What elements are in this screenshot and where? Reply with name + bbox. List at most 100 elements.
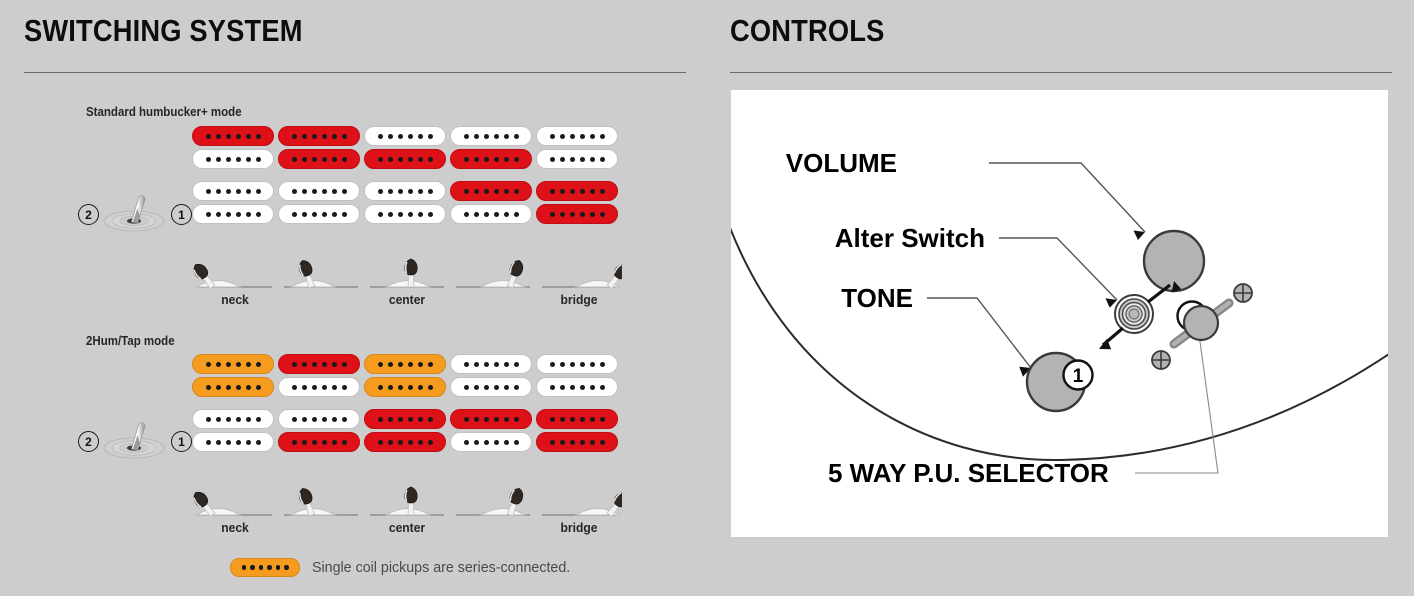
pickup-coil-red	[536, 204, 618, 224]
pole-piece-dot	[407, 439, 413, 445]
pole-piece-dot	[291, 156, 297, 162]
pole-piece-dot	[397, 211, 403, 217]
pole-piece-dot	[559, 188, 565, 194]
pole-piece-dot	[341, 133, 347, 139]
pickup-coil-white	[192, 432, 274, 452]
pickup-coil-red	[278, 354, 360, 374]
pole-piece-dot	[225, 188, 231, 194]
pickup-coil-red	[450, 181, 532, 201]
volume-leader-line	[989, 162, 1146, 233]
pole-piece-dot	[235, 156, 241, 162]
switch-position-label: center	[388, 520, 426, 535]
pickup-coil-white	[536, 149, 618, 169]
pole-piece-dot	[579, 156, 585, 162]
switch-position-label: neck	[221, 520, 249, 535]
pole-piece-dot	[225, 439, 231, 445]
pole-piece-dot	[387, 361, 393, 367]
pole-piece-dot	[599, 384, 605, 390]
pole-piece-dot	[463, 361, 469, 367]
pole-piece-dot	[215, 361, 221, 367]
pole-piece-dot	[397, 439, 403, 445]
pole-piece-dot	[427, 416, 433, 422]
pickup-coil-white	[536, 126, 618, 146]
pole-piece-dot	[311, 211, 317, 217]
lever-position-2-badge: 2	[78, 204, 99, 225]
pole-piece-dot	[215, 156, 221, 162]
pickup-column-4	[450, 126, 536, 227]
pole-piece-dot	[407, 156, 413, 162]
pole-piece-dot	[311, 361, 317, 367]
tone-label: TONE	[841, 283, 913, 313]
pole-piece-dot	[311, 188, 317, 194]
pole-piece-dot	[503, 416, 509, 422]
pickup-coil-white	[450, 354, 532, 374]
pole-piece-dot	[599, 211, 605, 217]
legend-text: Single coil pickups are series-connected…	[312, 559, 571, 576]
pole-piece-dot	[427, 439, 433, 445]
pole-piece-dot	[559, 416, 565, 422]
switch-position-5: bridge	[536, 486, 629, 535]
pickup-coil-red	[536, 409, 618, 429]
pole-piece-dot	[341, 156, 347, 162]
guitar-controls-diagram: 2 1	[731, 148, 1388, 488]
pole-piece-dot	[377, 211, 383, 217]
pole-piece-dot	[235, 361, 241, 367]
pole-piece-dot	[569, 156, 575, 162]
pole-piece-dot	[301, 211, 307, 217]
pole-piece-dot	[321, 211, 327, 217]
alter-switch-lever-2hum-mode: 2 1	[78, 412, 192, 472]
pole-piece-dot	[599, 156, 605, 162]
pole-piece-dot	[463, 416, 469, 422]
pole-piece-dot	[569, 384, 575, 390]
pole-piece-dot	[387, 384, 393, 390]
pole-piece-dot	[255, 156, 261, 162]
pole-piece-dot	[245, 439, 251, 445]
pole-piece-dot	[503, 133, 509, 139]
guitar-body-outline	[731, 227, 1388, 462]
switch-lever-position-icon	[193, 263, 272, 290]
title-divider-switching	[24, 72, 686, 73]
pole-piece-dot	[493, 361, 499, 367]
pickup-column-5	[536, 126, 622, 227]
mode-label-standard-humbucker: Standard humbucker+ mode	[86, 105, 242, 119]
pole-piece-dot	[417, 133, 423, 139]
pickup-coil-white	[278, 204, 360, 224]
pole-piece-dot	[377, 188, 383, 194]
pole-piece-dot	[311, 439, 317, 445]
pole-piece-dot	[427, 384, 433, 390]
pole-piece-dot	[427, 188, 433, 194]
switch-lever-position-icon	[284, 260, 358, 289]
pickup-coil-orange	[192, 377, 274, 397]
pole-piece-dot	[331, 439, 337, 445]
pole-piece-dot	[427, 133, 433, 139]
alter-switch-position-1-label: 1	[1073, 366, 1084, 387]
page-title-controls: CONTROLS	[730, 13, 885, 48]
pole-piece-dot	[215, 416, 221, 422]
pole-piece-dot	[549, 188, 555, 194]
switch-position-1: neck	[192, 486, 278, 535]
pickup-column-2	[278, 126, 364, 227]
pole-piece-dot	[245, 211, 251, 217]
pole-piece-dot	[225, 211, 231, 217]
switch-lever-position-icon	[542, 491, 629, 518]
pole-piece-dot	[205, 361, 211, 367]
pickup-coil-white	[192, 409, 274, 429]
pole-piece-dot	[235, 439, 241, 445]
pole-piece-dot	[589, 416, 595, 422]
pole-piece-dot	[417, 384, 423, 390]
pickup-coil-white	[364, 126, 446, 146]
pole-piece-dot	[559, 156, 565, 162]
controls-panel: CONTROLS 1 VOLUME Alter Switch TONE 5 WA…	[714, 0, 1414, 596]
pole-piece-dot	[215, 439, 221, 445]
pole-piece-dot	[417, 439, 423, 445]
pole-piece-dot	[397, 156, 403, 162]
pole-piece-dot	[427, 211, 433, 217]
pole-piece-dot	[513, 211, 519, 217]
pole-piece-dot	[463, 439, 469, 445]
pole-piece-dot	[549, 156, 555, 162]
pole-piece-dot	[387, 211, 393, 217]
pole-piece-dot	[599, 439, 605, 445]
pole-piece-dot	[483, 439, 489, 445]
pole-piece-dot	[291, 361, 297, 367]
pole-piece-dot	[321, 439, 327, 445]
